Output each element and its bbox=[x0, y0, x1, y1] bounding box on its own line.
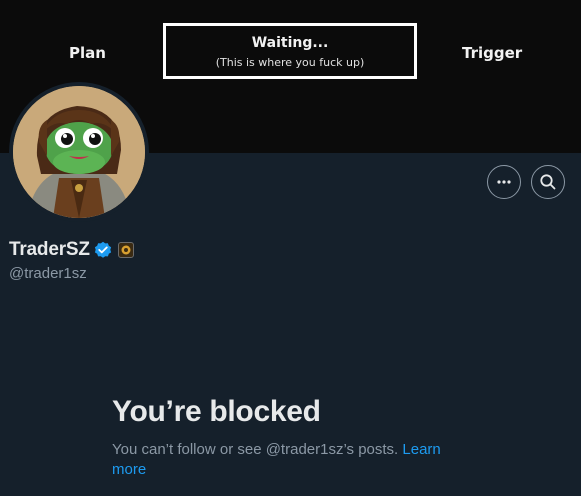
banner-plan-label: Plan bbox=[69, 44, 106, 62]
banner-box-title: Waiting... bbox=[251, 35, 329, 51]
banner-waiting-box: Waiting... (This is where you fuck up) bbox=[163, 23, 417, 79]
search-icon bbox=[540, 174, 556, 190]
more-horizontal-icon bbox=[497, 180, 511, 184]
banner-trigger-label: Trigger bbox=[462, 44, 523, 62]
affiliate-badge-icon[interactable] bbox=[117, 242, 134, 258]
profile-handle: @trader1sz bbox=[9, 265, 87, 282]
avatar-frame[interactable] bbox=[9, 82, 149, 222]
blocked-title: You’re blocked bbox=[112, 395, 321, 428]
banner-box-subtitle: (This is where you fuck up) bbox=[215, 56, 365, 69]
display-name: TraderSZ bbox=[9, 239, 90, 260]
avatar[interactable] bbox=[13, 86, 145, 218]
verified-badge-icon[interactable] bbox=[94, 241, 112, 259]
blocked-message-text: You can’t follow or see @trader1sz’s pos… bbox=[112, 441, 399, 458]
profile-name-row: TraderSZ bbox=[9, 238, 134, 262]
more-options-button[interactable] bbox=[487, 165, 521, 199]
avatar-image bbox=[13, 86, 145, 218]
blocked-message: You can’t follow or see @trader1sz’s pos… bbox=[112, 440, 472, 480]
search-profile-button[interactable] bbox=[531, 165, 565, 199]
